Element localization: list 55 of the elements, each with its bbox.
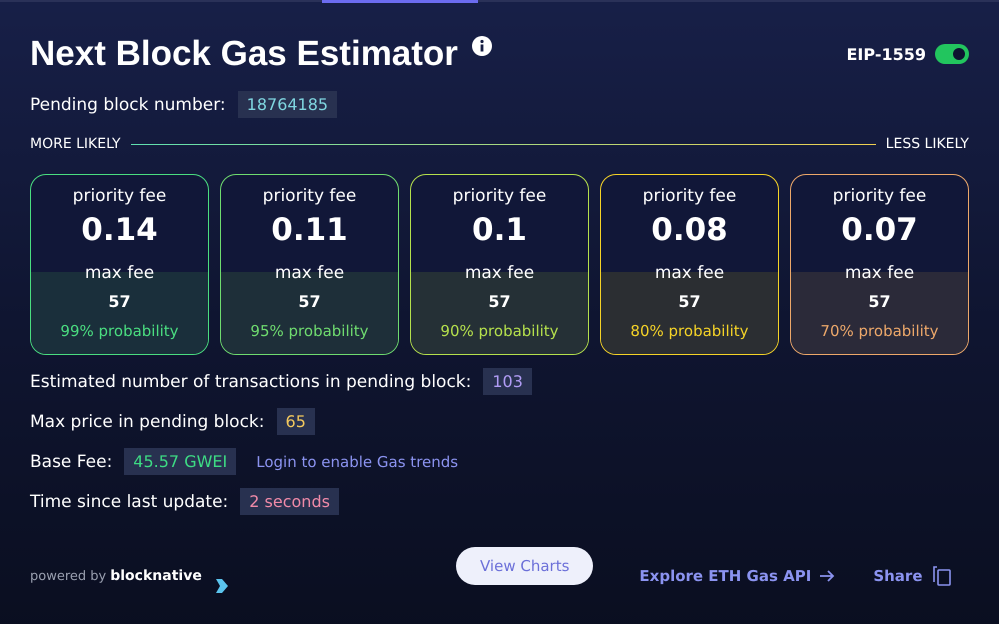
stat-label: Estimated number of transactions in pending block: (30, 372, 472, 392)
max-fee-value: 57 (868, 292, 891, 311)
page-title: Next Block Gas Estimator (30, 34, 458, 74)
priority-fee-label: priority fee (452, 185, 546, 207)
max-fee-label: max fee (654, 262, 724, 284)
stat-value: 2 seconds (240, 488, 339, 515)
priority-fee-value: 0.14 (81, 211, 158, 250)
view-charts-button[interactable]: View Charts (456, 547, 594, 585)
priority-fee-value: 0.07 (841, 211, 918, 250)
stat-label: Max price in pending block: (30, 412, 265, 432)
logo-icon (216, 579, 228, 593)
priority-fee-value: 0.08 (651, 211, 728, 250)
stat-value: 45.57 GWEI (124, 448, 236, 475)
probability-text: 70% probability (820, 322, 939, 340)
max-fee-label: max fee (844, 262, 914, 284)
priority-fee-value: 0.11 (271, 211, 348, 250)
toggle-label: EIP-1559 (846, 44, 926, 64)
stat-label: Time since last update: (30, 492, 228, 512)
powered-by-text: powered by (30, 568, 106, 584)
fee-card[interactable]: priority fee 0.07 max fee 57 70% probability (790, 174, 969, 355)
more-likely-label: MORE LIKELY (30, 136, 121, 152)
stat-value: 65 (276, 408, 315, 435)
pending-block-value: 18764185 (238, 91, 338, 118)
priority-fee-value: 0.1 (472, 211, 527, 250)
priority-fee-label: priority fee (262, 185, 356, 207)
stat-value: 103 (483, 368, 532, 395)
priority-fee-label: priority fee (642, 185, 736, 207)
copy-icon[interactable] (932, 566, 951, 586)
login-link[interactable]: Login to enable Gas trends (256, 452, 458, 470)
fee-card[interactable]: priority fee 0.08 max fee 57 80% probability (600, 174, 779, 355)
probability-text: 95% probability (250, 322, 369, 340)
pending-block-label: Pending block number: (30, 94, 226, 114)
explore-api-link[interactable]: Explore ETH Gas API (639, 567, 812, 585)
info-icon[interactable] (472, 36, 492, 56)
arrow-right-icon (819, 569, 836, 583)
max-fee-value: 57 (488, 292, 511, 311)
max-fee-value: 57 (298, 292, 321, 311)
stat-label: Base Fee: (30, 452, 112, 472)
probability-text: 99% probability (60, 322, 179, 340)
fee-card[interactable]: priority fee 0.1 max fee 57 90% probability (410, 174, 589, 355)
max-fee-label: max fee (84, 262, 154, 284)
less-likely-label: LESS LIKELY (886, 136, 969, 152)
priority-fee-label: priority fee (832, 185, 926, 207)
share-link[interactable]: Share (873, 567, 923, 585)
fee-card[interactable]: priority fee 0.14 max fee 57 99% probability (30, 174, 209, 355)
max-fee-label: max fee (274, 262, 344, 284)
priority-fee-label: priority fee (72, 185, 166, 207)
max-fee-label: max fee (464, 262, 534, 284)
probability-text: 80% probability (630, 322, 749, 340)
probability-text: 90% probability (440, 322, 559, 340)
brand-logo-text: blocknative (110, 568, 202, 584)
fee-card[interactable]: priority fee 0.11 max fee 57 95% probability (220, 174, 399, 355)
max-fee-value: 57 (108, 292, 131, 311)
eip-toggle[interactable] (935, 44, 969, 64)
max-fee-value: 57 (678, 292, 701, 311)
